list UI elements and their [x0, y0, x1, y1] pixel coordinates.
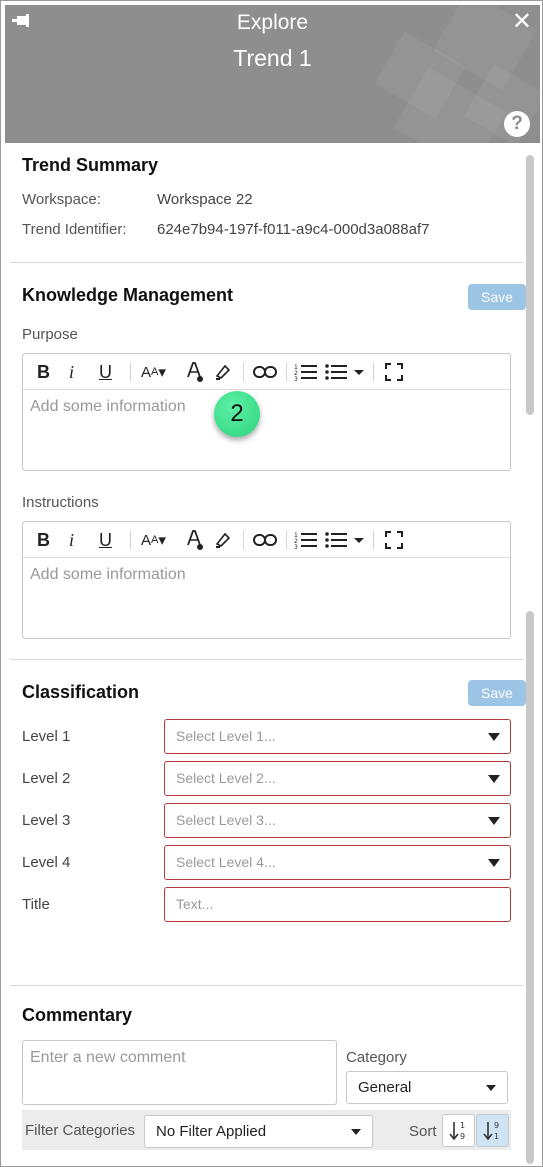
- ordered-list-icon[interactable]: 123: [294, 528, 318, 552]
- level-3-label: Level 3: [22, 812, 71, 829]
- bold-icon[interactable]: B: [37, 528, 50, 552]
- help-icon[interactable]: ?: [504, 111, 530, 137]
- link-icon[interactable]: [253, 528, 277, 552]
- commentary-heading: Commentary: [22, 1005, 133, 1025]
- category-select[interactable]: General: [346, 1071, 508, 1104]
- level-3-select[interactable]: Select Level 3...: [164, 803, 511, 838]
- knowledge-save-button[interactable]: Save: [468, 284, 526, 310]
- level-4-placeholder: Select Level 4...: [176, 854, 276, 870]
- italic-icon[interactable]: i: [69, 528, 74, 552]
- unordered-list-icon[interactable]: [325, 360, 365, 384]
- filter-categories-label: Filter Categories: [25, 1122, 136, 1139]
- trend-summary-heading: Trend Summary: [22, 155, 159, 175]
- sort-ascending-icon[interactable]: 19: [442, 1114, 475, 1147]
- explore-panel: Explore Trend 1 ✕ ? Trend Summary Worksp…: [0, 0, 543, 1167]
- title-input[interactable]: Text...: [164, 887, 511, 922]
- title-label: Title: [22, 896, 50, 913]
- fullscreen-icon[interactable]: [385, 360, 403, 384]
- close-icon[interactable]: ✕: [512, 9, 532, 35]
- svg-text:1: 1: [460, 1121, 465, 1130]
- knowledge-heading: Knowledge Management: [22, 285, 234, 305]
- filter-value: No Filter Applied: [156, 1123, 267, 1140]
- underline-icon[interactable]: U: [99, 360, 112, 384]
- filter-bar: Filter Categories No Filter Applied Sort…: [22, 1110, 511, 1150]
- purpose-editor[interactable]: B i U A A ▾ 123 Add some information: [22, 353, 511, 471]
- level-4-label: Level 4: [22, 854, 71, 871]
- svg-text:9: 9: [494, 1121, 499, 1130]
- comment-input[interactable]: Enter a new comment: [22, 1040, 337, 1105]
- highlight-icon[interactable]: [213, 528, 233, 552]
- font-color-icon[interactable]: [185, 528, 205, 552]
- scrollbar-thumb-lower[interactable]: [526, 611, 534, 1164]
- filter-categories-select[interactable]: No Filter Applied: [144, 1115, 373, 1148]
- sort-descending-icon[interactable]: 91: [476, 1114, 509, 1147]
- scrollbar-thumb-upper[interactable]: [526, 155, 534, 415]
- divider: [10, 985, 524, 986]
- svg-text:3: 3: [294, 544, 298, 549]
- underline-icon[interactable]: U: [99, 528, 112, 552]
- workspace-label: Workspace:: [22, 191, 101, 208]
- workspace-value: Workspace 22: [157, 191, 253, 208]
- font-size-icon[interactable]: A A ▾: [141, 528, 166, 552]
- purpose-label: Purpose: [22, 326, 78, 343]
- level-2-label: Level 2: [22, 770, 71, 787]
- level-4-select[interactable]: Select Level 4...: [164, 845, 511, 880]
- chevron-down-icon: [486, 1085, 496, 1091]
- chevron-down-icon: [488, 817, 500, 825]
- classification-save-button[interactable]: Save: [468, 680, 526, 706]
- panel-title: Trend 1: [233, 45, 312, 71]
- highlight-icon[interactable]: [213, 360, 233, 384]
- ordered-list-icon[interactable]: 123: [294, 360, 318, 384]
- chevron-down-icon: [488, 733, 500, 741]
- title-placeholder: Text...: [176, 896, 214, 912]
- level-2-placeholder: Select Level 2...: [176, 770, 276, 786]
- instructions-editor[interactable]: B i U A A ▾ 123 Add some information: [22, 521, 511, 639]
- level-1-select[interactable]: Select Level 1...: [164, 719, 511, 754]
- level-3-placeholder: Select Level 3...: [176, 812, 276, 828]
- font-color-icon[interactable]: [185, 360, 205, 384]
- editor-toolbar: B i U A A ▾ 123: [23, 354, 510, 390]
- level-1-label: Level 1: [22, 728, 71, 745]
- category-label: Category: [346, 1049, 407, 1066]
- link-icon[interactable]: [253, 360, 277, 384]
- trend-identifier-value: 624e7b94-197f-f011-a9c4-000d3a088af7: [157, 221, 430, 238]
- instructions-label: Instructions: [22, 494, 99, 511]
- bold-icon[interactable]: B: [37, 360, 50, 384]
- panel-header: Explore Trend 1 ✕ ?: [5, 5, 540, 143]
- unordered-list-icon[interactable]: [325, 528, 365, 552]
- font-size-icon[interactable]: A A ▾: [141, 360, 166, 384]
- chevron-down-icon: [488, 775, 500, 783]
- sort-label: Sort: [409, 1123, 437, 1140]
- instructions-text-area[interactable]: Add some information: [23, 558, 510, 638]
- level-2-select[interactable]: Select Level 2...: [164, 761, 511, 796]
- panel-content[interactable]: Trend Summary Workspace: Workspace 22 Tr…: [5, 143, 540, 1164]
- level-1-placeholder: Select Level 1...: [176, 728, 276, 744]
- svg-text:1: 1: [494, 1132, 499, 1141]
- italic-icon[interactable]: i: [69, 360, 74, 384]
- classification-heading: Classification: [22, 682, 140, 702]
- svg-text:9: 9: [460, 1132, 465, 1141]
- chevron-down-icon: [488, 859, 500, 867]
- editor-toolbar: B i U A A ▾ 123: [23, 522, 510, 558]
- category-value: General: [358, 1079, 412, 1096]
- step-badge: 2: [214, 391, 260, 437]
- panel-kicker: Explore: [236, 11, 309, 34]
- fullscreen-icon[interactable]: [385, 528, 403, 552]
- divider: [10, 659, 524, 660]
- trend-identifier-label: Trend Identifier:: [22, 221, 127, 238]
- svg-text:3: 3: [294, 376, 298, 381]
- purpose-text-area[interactable]: Add some information: [23, 390, 510, 470]
- chevron-down-icon: [351, 1129, 361, 1135]
- divider: [10, 262, 524, 263]
